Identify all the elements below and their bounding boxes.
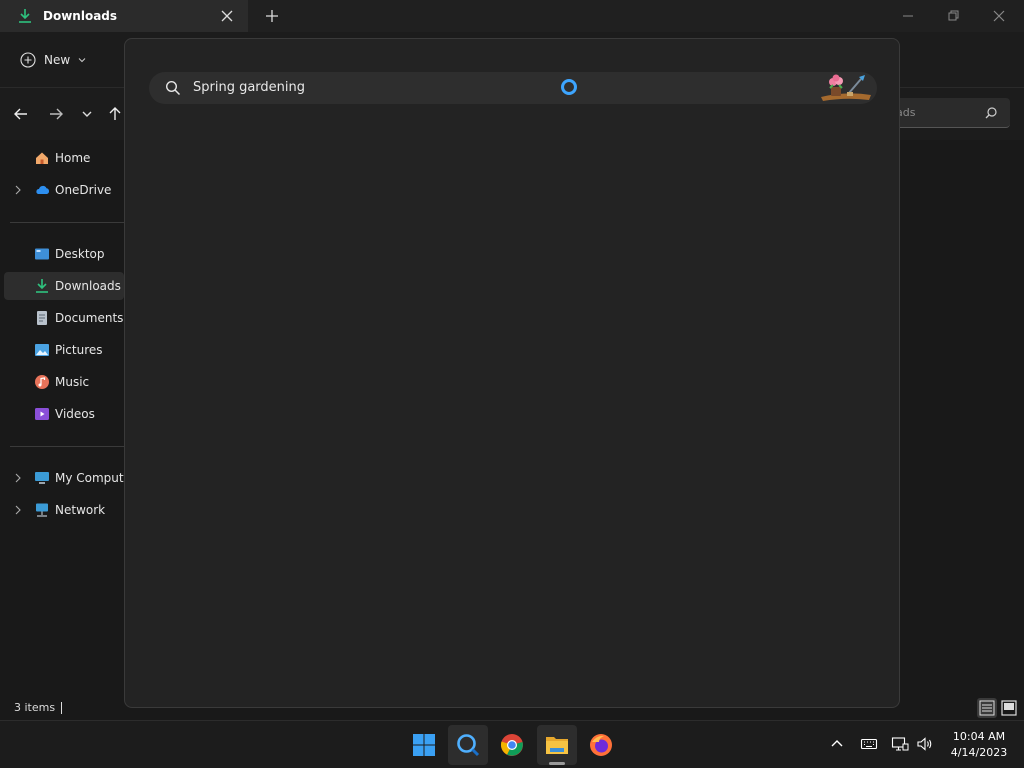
up-arrow-icon[interactable] xyxy=(104,103,126,125)
taskbar-firefox-button[interactable] xyxy=(581,725,621,765)
search-highlight-gardening-icon[interactable] xyxy=(817,73,875,103)
clock-time: 10:04 AM xyxy=(952,730,1006,743)
sidebar-item-pictures[interactable]: Pictures xyxy=(4,336,124,364)
item-count: 3 items xyxy=(14,701,56,714)
sidebar-item-network[interactable]: Network xyxy=(4,496,124,524)
windows-search-panel: Spring gardening xyxy=(124,38,900,708)
new-button[interactable]: New xyxy=(12,46,94,74)
pictures-icon xyxy=(35,344,49,356)
minimize-icon[interactable] xyxy=(896,4,920,28)
search-bar[interactable]: Spring gardening xyxy=(149,72,877,104)
keyboard-icon[interactable] xyxy=(860,735,878,753)
documents-icon xyxy=(37,311,47,325)
expand-chevron-icon[interactable] xyxy=(12,472,24,484)
sidebar-divider xyxy=(10,222,124,223)
search-icon xyxy=(457,734,480,757)
onedrive-icon xyxy=(36,185,50,194)
sidebar-item-desktop[interactable]: Desktop xyxy=(4,240,124,268)
sidebar-item-downloads[interactable]: Downloads xyxy=(4,272,124,300)
close-window-icon[interactable] xyxy=(987,4,1011,28)
search-icon xyxy=(985,107,997,119)
sidebar-item-documents[interactable]: Documents xyxy=(4,304,124,332)
restore-icon[interactable] xyxy=(941,4,965,28)
active-app-indicator xyxy=(549,762,565,765)
status-divider xyxy=(61,702,62,714)
sidebar-item-my-computer[interactable]: My Compute xyxy=(4,464,131,492)
show-hidden-icons-chevron-icon[interactable] xyxy=(828,735,846,753)
sidebar-divider xyxy=(10,446,124,447)
loading-spinner-icon xyxy=(561,79,577,95)
details-view-button[interactable] xyxy=(977,698,997,718)
taskbar-file-explorer-button[interactable] xyxy=(537,725,577,765)
videos-icon xyxy=(35,408,49,420)
sidebar-item-music[interactable]: Music xyxy=(4,368,124,396)
taskbar: 10:04 AM 4/14/2023 xyxy=(0,720,1024,768)
back-arrow-icon[interactable] xyxy=(10,103,32,125)
taskbar-chrome-button[interactable] xyxy=(492,725,532,765)
network-icon xyxy=(36,503,48,517)
downloads-icon xyxy=(19,9,31,23)
sidebar-item-onedrive[interactable]: OneDrive xyxy=(4,176,124,204)
computer-icon xyxy=(35,472,49,484)
new-button-label: New xyxy=(44,53,71,67)
windows-logo-icon xyxy=(413,734,435,756)
taskbar-search-button[interactable] xyxy=(448,725,488,765)
close-tab-icon[interactable] xyxy=(218,7,236,25)
expand-chevron-icon[interactable] xyxy=(12,184,24,196)
home-icon xyxy=(36,152,48,164)
new-tab-icon[interactable] xyxy=(262,6,282,26)
tab-downloads[interactable]: Downloads xyxy=(0,0,248,32)
firefox-icon xyxy=(590,734,612,756)
expand-chevron-icon[interactable] xyxy=(12,504,24,516)
title-bar: Downloads xyxy=(0,0,1024,32)
clock-date: 4/14/2023 xyxy=(950,746,1008,759)
chevron-down-icon xyxy=(78,58,86,63)
navigation-pane: Home OneDrive Desktop Downloads Document… xyxy=(0,140,131,696)
search-query-text: Spring gardening xyxy=(193,80,306,95)
desktop-icon xyxy=(35,248,49,260)
system-clock[interactable]: 10:04 AM 4/14/2023 xyxy=(942,729,1016,761)
start-button[interactable] xyxy=(404,725,444,765)
tiles-view-button[interactable] xyxy=(999,698,1019,718)
plus-circle-icon xyxy=(20,52,36,68)
tab-title: Downloads xyxy=(43,9,118,23)
network-status-icon[interactable] xyxy=(891,735,909,753)
downloads-icon xyxy=(36,279,48,293)
recent-locations-chevron-icon[interactable] xyxy=(76,103,98,125)
volume-icon[interactable] xyxy=(916,735,934,753)
sidebar-item-home[interactable]: Home xyxy=(4,144,124,172)
chrome-icon xyxy=(500,734,523,756)
forward-arrow-icon[interactable] xyxy=(45,103,67,125)
music-icon xyxy=(35,375,49,389)
details-view-icon xyxy=(979,700,995,716)
search-icon xyxy=(165,80,181,96)
folder-icon xyxy=(546,737,568,754)
sidebar-item-videos[interactable]: Videos xyxy=(4,400,124,428)
tiles-view-icon xyxy=(1001,700,1017,716)
